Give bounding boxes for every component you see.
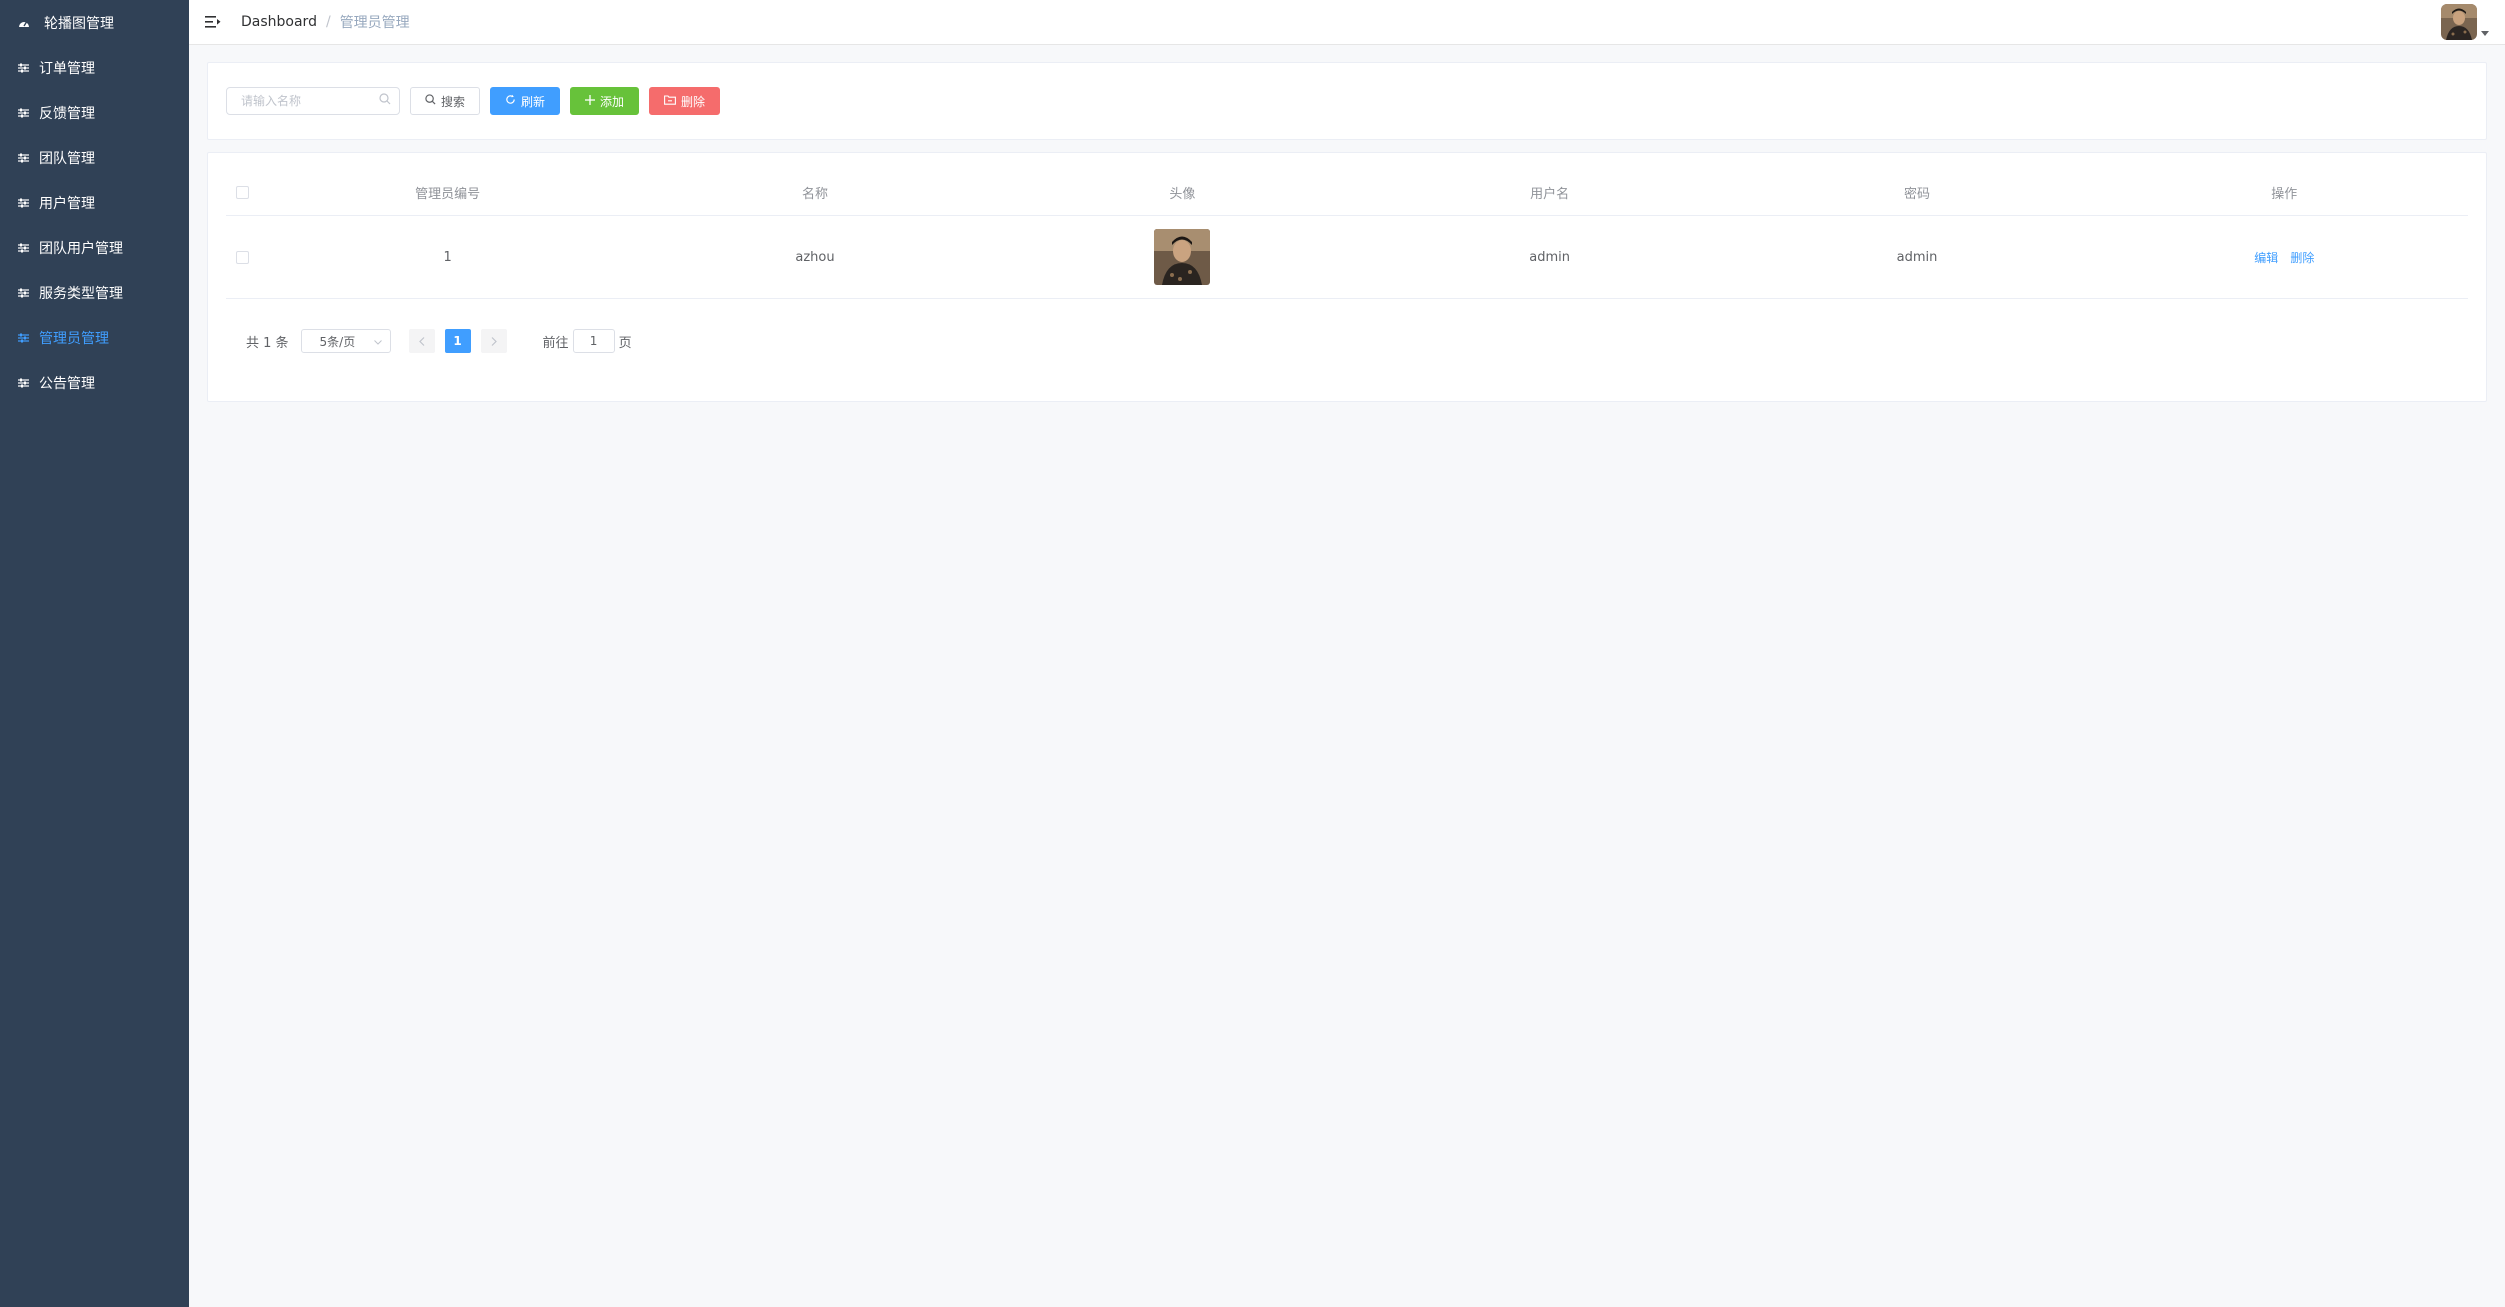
sidebar-item-carousel[interactable]: 轮播图管理 bbox=[0, 0, 189, 45]
chevron-right-icon bbox=[491, 336, 497, 346]
hamburger-menu-icon[interactable] bbox=[205, 15, 221, 29]
sidebar-item-label: 用户管理 bbox=[39, 195, 95, 212]
table-card: 管理员编号 名称 头像 用户名 密码 操作 1 azhou admin admi… bbox=[207, 152, 2487, 402]
admin-table: 管理员编号 名称 头像 用户名 密码 操作 1 azhou admin admi… bbox=[226, 169, 2468, 299]
chevron-left-icon bbox=[418, 336, 424, 346]
breadcrumb-current: 管理员管理 bbox=[339, 15, 410, 31]
chevron-down-icon[interactable] bbox=[2481, 31, 2489, 36]
column-header-actions: 操作 bbox=[2271, 186, 2298, 202]
breadcrumb-home[interactable]: Dashboard bbox=[241, 14, 317, 30]
sidebar-item-label: 团队管理 bbox=[39, 150, 95, 167]
breadcrumb: Dashboard / 管理员管理 bbox=[241, 12, 410, 32]
folder-delete-icon bbox=[664, 94, 676, 108]
table-header: 管理员编号 名称 头像 用户名 密码 操作 bbox=[226, 169, 2468, 216]
search-button[interactable]: 搜索 bbox=[410, 87, 481, 115]
plus-icon bbox=[585, 94, 596, 108]
search-icon bbox=[379, 93, 391, 109]
sliders-icon bbox=[17, 332, 29, 344]
chevron-down-icon bbox=[373, 334, 382, 348]
delete-link[interactable]: 删除 bbox=[2290, 251, 2314, 265]
cell-name: azhou bbox=[795, 249, 835, 265]
search-button-label: 搜索 bbox=[441, 94, 466, 109]
column-header-username: 用户名 bbox=[1530, 186, 1570, 202]
breadcrumb-separator: / bbox=[325, 14, 331, 30]
cell-avatar bbox=[999, 229, 1366, 285]
search-box[interactable] bbox=[226, 87, 400, 115]
delete-button-label: 删除 bbox=[681, 94, 706, 109]
sidebar-item-label: 服务类型管理 bbox=[39, 285, 123, 302]
refresh-button[interactable]: 刷新 bbox=[490, 87, 561, 115]
sidebar-item-service-types[interactable]: 服务类型管理 bbox=[0, 270, 189, 315]
page-jumper: 前往 页 bbox=[543, 329, 632, 353]
select-all-cell bbox=[226, 185, 264, 199]
sliders-icon bbox=[17, 377, 29, 389]
sliders-icon bbox=[17, 107, 29, 119]
sidebar-item-admins[interactable]: 管理员管理 bbox=[0, 315, 189, 360]
cell-username: admin bbox=[1529, 249, 1571, 265]
sliders-icon bbox=[17, 62, 29, 74]
sliders-icon bbox=[17, 287, 29, 299]
sliders-icon bbox=[17, 152, 29, 164]
table-row: 1 azhou admin admin 编辑 删除 bbox=[226, 216, 2468, 299]
page-size-value: 5条/页 bbox=[319, 334, 356, 349]
cell-password: admin bbox=[1896, 249, 1938, 265]
add-button-label: 添加 bbox=[600, 94, 625, 109]
goto-prefix: 前往 bbox=[542, 335, 569, 351]
column-header-password: 密码 bbox=[1903, 186, 1930, 202]
pagination: 共 1 条 5条/页 1 前往 页 bbox=[226, 329, 2468, 353]
avatar[interactable] bbox=[2441, 4, 2477, 40]
sidebar-item-teams[interactable]: 团队管理 bbox=[0, 135, 189, 180]
prev-page-button[interactable] bbox=[408, 329, 435, 353]
sidebar-item-label: 公告管理 bbox=[39, 375, 95, 392]
pagination-total: 共 1 条 bbox=[246, 335, 289, 351]
sidebar-item-users[interactable]: 用户管理 bbox=[0, 180, 189, 225]
edit-link[interactable]: 编辑 bbox=[2254, 251, 2278, 265]
goto-page-input[interactable] bbox=[572, 329, 615, 353]
cell-admin-id: 1 bbox=[443, 249, 452, 265]
add-button[interactable]: 添加 bbox=[570, 87, 640, 115]
sidebar-item-label: 轮播图管理 bbox=[44, 15, 114, 32]
sidebar-item-label: 反馈管理 bbox=[39, 105, 95, 122]
sidebar-item-label: 团队用户管理 bbox=[39, 240, 123, 257]
refresh-icon bbox=[505, 94, 516, 108]
sidebar: 轮播图管理 订单管理 反馈管理 团队管理 用户管理 团队用户管理 服务类型管理 … bbox=[0, 0, 189, 1307]
row-checkbox[interactable] bbox=[236, 250, 249, 264]
cell-actions: 编辑 删除 bbox=[2101, 249, 2468, 266]
sidebar-item-label: 订单管理 bbox=[39, 60, 95, 77]
delete-button[interactable]: 删除 bbox=[649, 87, 721, 115]
sidebar-item-announcements[interactable]: 公告管理 bbox=[0, 360, 189, 405]
next-page-button[interactable] bbox=[480, 329, 507, 353]
page-number-current[interactable]: 1 bbox=[444, 329, 471, 353]
sidebar-item-orders[interactable]: 订单管理 bbox=[0, 45, 189, 90]
dashboard-icon bbox=[18, 17, 30, 29]
goto-suffix: 页 bbox=[618, 335, 632, 351]
column-header-name: 名称 bbox=[801, 186, 828, 202]
toolbar-card: 搜索 刷新 添加 删除 bbox=[207, 62, 2487, 140]
sidebar-item-label: 管理员管理 bbox=[39, 330, 109, 347]
sidebar-item-team-users[interactable]: 团队用户管理 bbox=[0, 225, 189, 270]
search-icon bbox=[425, 94, 436, 108]
search-input[interactable] bbox=[241, 94, 371, 108]
navbar: Dashboard / 管理员管理 bbox=[189, 0, 2505, 45]
row-select-cell bbox=[226, 250, 264, 264]
user-avatar-dropdown[interactable] bbox=[2441, 4, 2489, 40]
select-all-checkbox[interactable] bbox=[236, 185, 249, 199]
sliders-icon bbox=[17, 197, 29, 209]
avatar-thumbnail[interactable] bbox=[1154, 229, 1211, 285]
sliders-icon bbox=[17, 242, 29, 254]
refresh-button-label: 刷新 bbox=[521, 94, 546, 109]
column-header-admin-id: 管理员编号 bbox=[415, 186, 481, 202]
main-content: 搜索 刷新 添加 删除 管理员编号 bbox=[207, 62, 2487, 402]
page-size-select[interactable]: 5条/页 bbox=[300, 329, 391, 353]
column-header-avatar: 头像 bbox=[1169, 186, 1196, 202]
sidebar-item-feedback[interactable]: 反馈管理 bbox=[0, 90, 189, 135]
